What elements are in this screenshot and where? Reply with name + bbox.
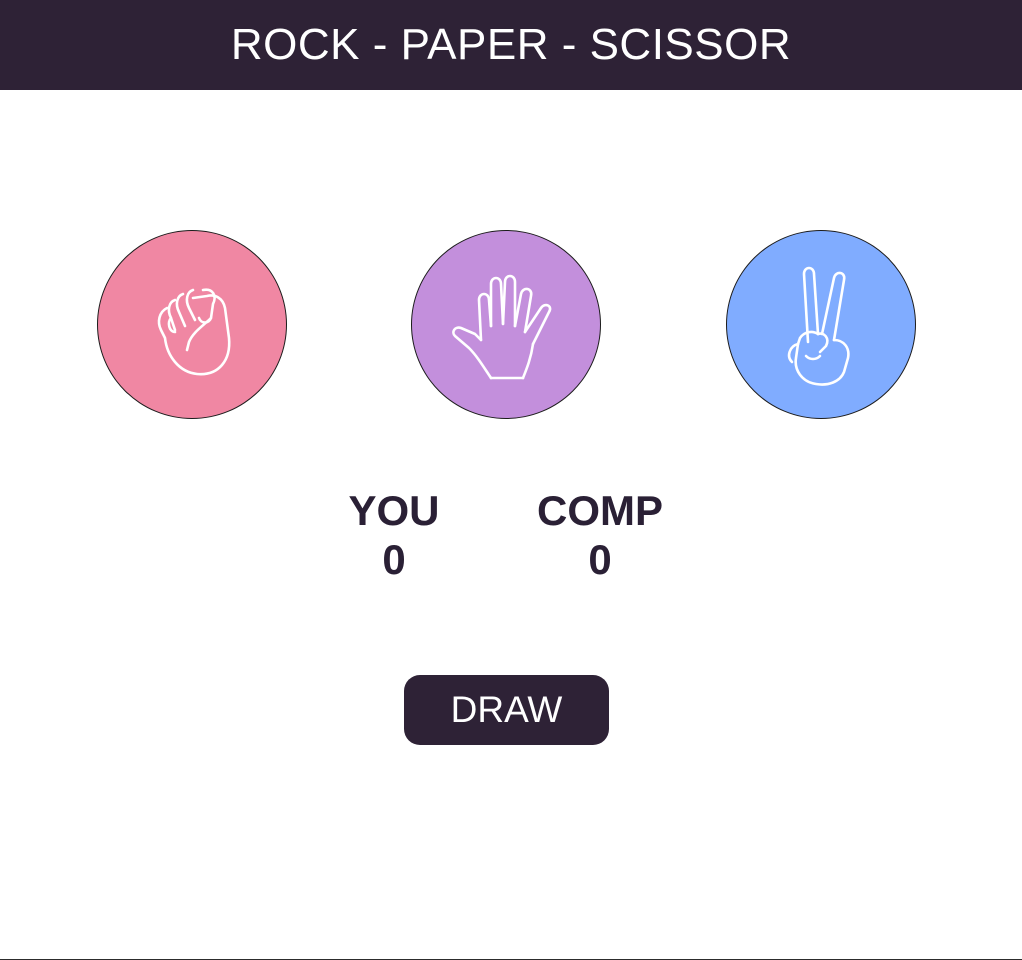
app-header: ROCK - PAPER - SCISSOR bbox=[0, 0, 1022, 90]
result-message-button[interactable]: DRAW bbox=[404, 675, 609, 745]
player-score-value: 0 bbox=[382, 536, 406, 583]
fist-icon bbox=[157, 287, 231, 375]
computer-score: COMP 0 bbox=[520, 486, 680, 584]
scissor-choice-button[interactable] bbox=[726, 230, 916, 419]
rock-choice-button[interactable] bbox=[97, 230, 287, 419]
paper-choice-button[interactable] bbox=[411, 230, 601, 419]
computer-score-value: 0 bbox=[588, 536, 612, 583]
game-page: ROCK - PAPER - SCISSOR YOU 0 COMP 0 DRAW bbox=[0, 0, 1022, 960]
open-hand-icon bbox=[452, 274, 552, 379]
peace-sign-icon bbox=[787, 266, 850, 386]
player-score: YOU 0 bbox=[314, 486, 474, 584]
player-score-label: YOU bbox=[348, 487, 440, 534]
computer-score-label: COMP bbox=[537, 487, 663, 534]
page-title: ROCK - PAPER - SCISSOR bbox=[230, 20, 792, 69]
